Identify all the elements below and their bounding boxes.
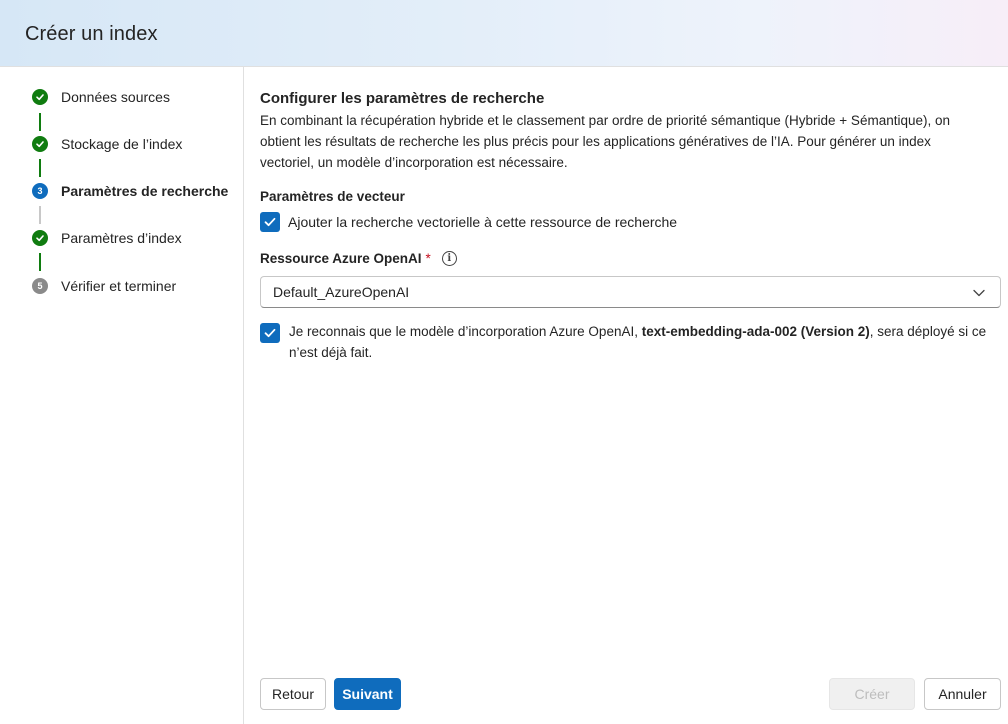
step-number-badge: 5 bbox=[32, 278, 48, 294]
openai-resource-label-text: Ressource Azure OpenAI bbox=[260, 251, 422, 266]
step-label: Données sources bbox=[61, 89, 170, 105]
next-button[interactable]: Suivant bbox=[334, 678, 401, 710]
info-icon[interactable]: i bbox=[441, 251, 457, 266]
checkmark-circle-icon bbox=[32, 89, 48, 105]
step-stockage-index[interactable]: Stockage de l’index bbox=[32, 134, 182, 154]
vector-search-label[interactable]: Ajouter la recherche vectorielle à cette… bbox=[288, 214, 677, 230]
acknowledge-text-before: Je reconnais que le modèle d’incorporati… bbox=[289, 324, 642, 339]
step-connector bbox=[39, 113, 41, 131]
dropdown-selected-value: Default_AzureOpenAI bbox=[273, 284, 410, 300]
back-button[interactable]: Retour bbox=[260, 678, 326, 710]
step-label: Stockage de l’index bbox=[61, 136, 183, 152]
cancel-button[interactable]: Annuler bbox=[924, 678, 1001, 710]
step-parametres-recherche[interactable]: 3 Paramètres de recherche bbox=[32, 181, 228, 201]
step-verifier-terminer[interactable]: 5 Vérifier et terminer bbox=[32, 276, 176, 296]
step-number-badge: 3 bbox=[32, 183, 48, 199]
wizard-steps: Données sources Stockage de l’index 3 Pa… bbox=[0, 67, 244, 724]
chevron-down-icon bbox=[972, 286, 986, 303]
model-name: text-embedding-ada-002 (Version 2) bbox=[641, 324, 870, 339]
openai-resource-dropdown[interactable]: Default_AzureOpenAI bbox=[260, 276, 1001, 308]
step-connector bbox=[39, 253, 41, 271]
checkmark-icon bbox=[264, 217, 276, 227]
required-asterisk: * bbox=[425, 251, 431, 266]
step-label: Paramètres d’index bbox=[61, 230, 182, 246]
vector-search-option: Ajouter la recherche vectorielle à cette… bbox=[260, 212, 677, 232]
step-connector bbox=[39, 206, 41, 224]
step-label: Vérifier et terminer bbox=[61, 278, 177, 294]
step-label: Paramètres de recherche bbox=[61, 183, 229, 199]
openai-resource-label: Ressource Azure OpenAI * i bbox=[260, 251, 457, 266]
acknowledge-checkbox[interactable] bbox=[260, 323, 280, 343]
section-title: Configurer les paramètres de recherche bbox=[260, 90, 545, 107]
step-connector bbox=[39, 159, 41, 177]
checkmark-circle-icon bbox=[32, 136, 48, 152]
dialog-header: Créer un index bbox=[0, 0, 1008, 67]
vector-section-title: Paramètres de vecteur bbox=[260, 189, 405, 204]
checkmark-circle-icon bbox=[32, 230, 48, 246]
main-panel: Configurer les paramètres de recherche E… bbox=[260, 67, 1008, 724]
acknowledge-option: Je reconnais que le modèle d’incorporati… bbox=[260, 321, 1000, 363]
checkmark-icon bbox=[264, 328, 276, 338]
step-donnees-sources[interactable]: Données sources bbox=[32, 87, 170, 107]
section-description: En combinant la récupération hybride et … bbox=[260, 113, 950, 170]
vector-search-checkbox[interactable] bbox=[260, 212, 280, 232]
acknowledge-label[interactable]: Je reconnais que le modèle d’incorporati… bbox=[289, 321, 1000, 363]
dialog-title: Créer un index bbox=[25, 23, 158, 45]
step-parametres-index[interactable]: Paramètres d’index bbox=[32, 228, 182, 248]
create-button[interactable]: Créer bbox=[829, 678, 915, 710]
